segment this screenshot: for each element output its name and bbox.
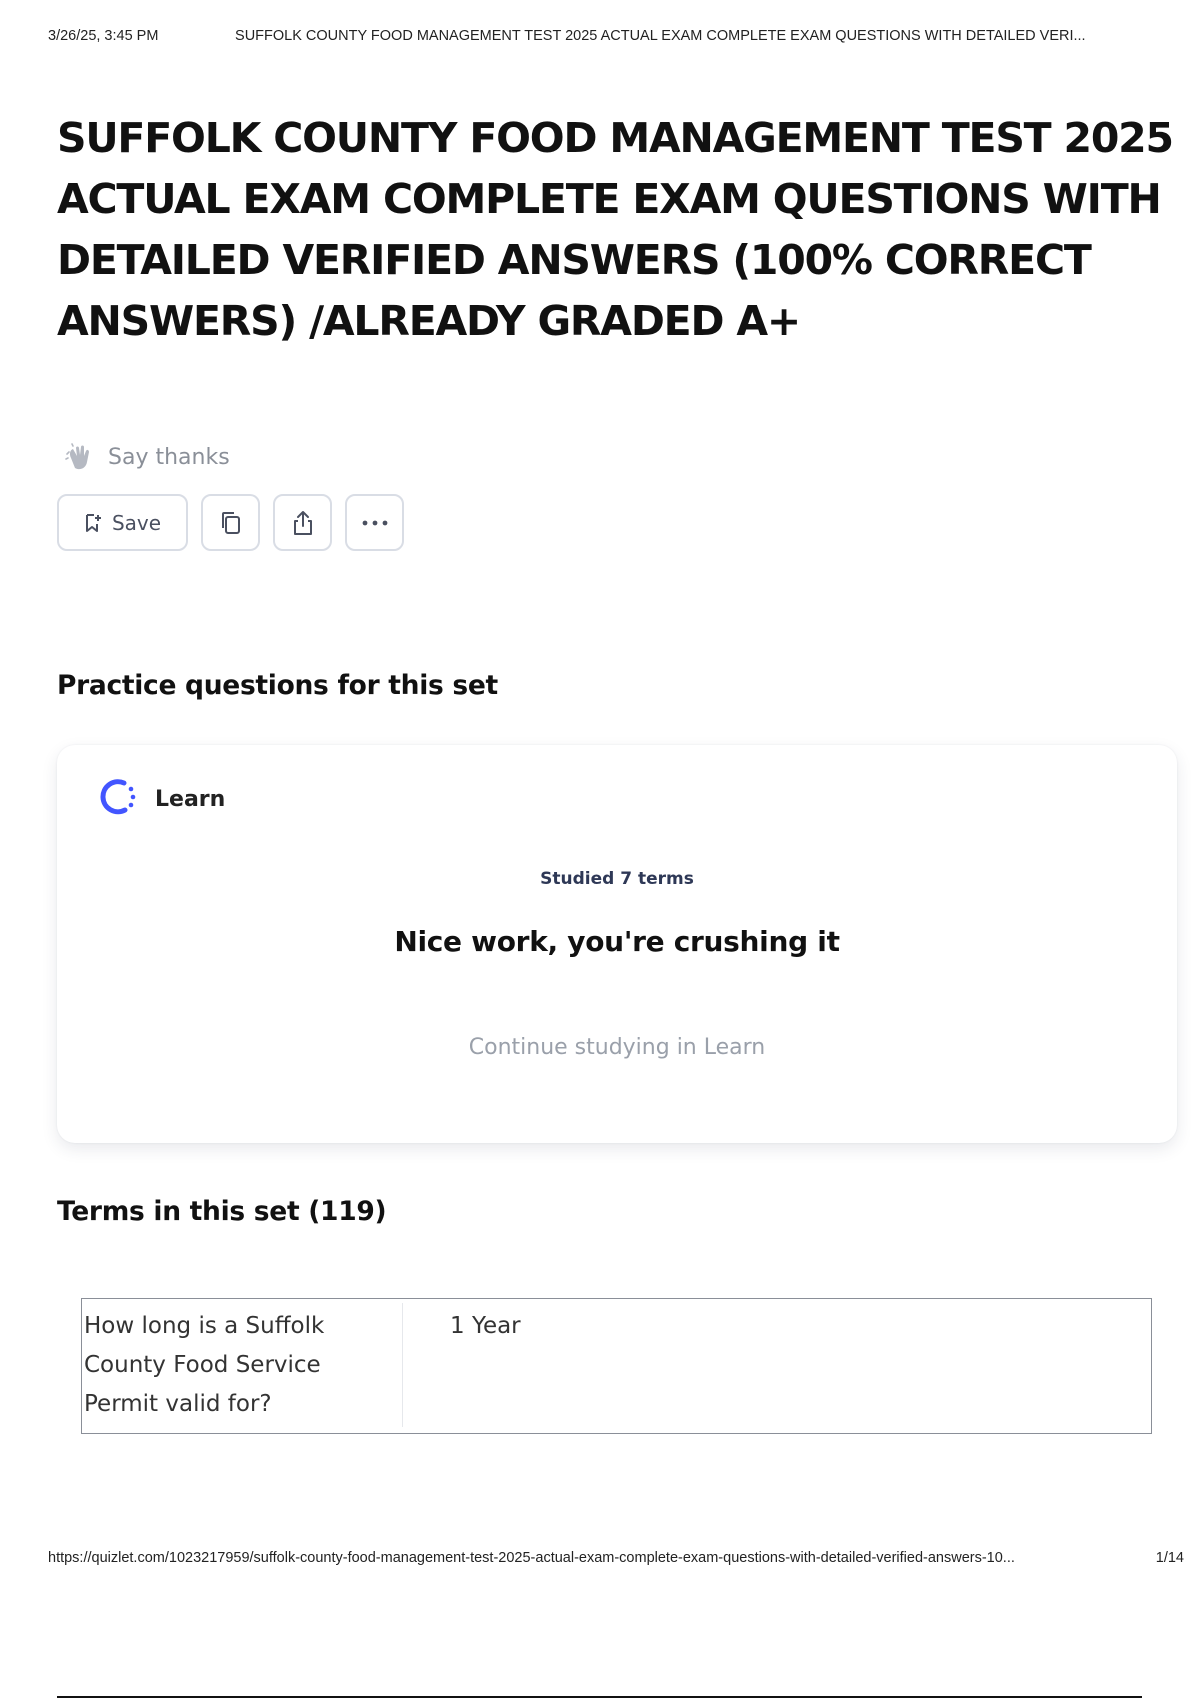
term-divider: [402, 1303, 403, 1427]
table-row: How long is a Suffolk County Food Servic…: [81, 1298, 1152, 1434]
continue-learn-link[interactable]: Continue studying in Learn: [57, 1035, 1177, 1060]
learn-label: Learn: [155, 787, 226, 812]
term-text: How long is a Suffolk County Food Servic…: [84, 1313, 325, 1417]
page-title: SUFFOLK COUNTY FOOD MANAGEMENT TEST 2025…: [57, 114, 1174, 345]
terms-heading: Terms in this set (119): [57, 1196, 387, 1227]
copy-button[interactable]: [201, 494, 260, 551]
more-options-button[interactable]: [345, 494, 404, 551]
page-number: 1/14: [1155, 1550, 1184, 1566]
print-date: 3/26/25, 3:45 PM: [48, 28, 159, 44]
definition-text: 1 Year: [450, 1313, 521, 1339]
page-divider: [57, 1696, 1142, 1698]
learn-card: Learn Studied 7 terms Nice work, you're …: [57, 745, 1177, 1143]
learn-progress-icon: [95, 775, 139, 824]
share-button[interactable]: [273, 494, 332, 551]
clapping-hands-icon: [62, 440, 96, 474]
practice-heading: Practice questions for this set: [57, 670, 498, 701]
copy-icon: [219, 510, 243, 536]
more-icon: [361, 519, 389, 527]
print-url: https://quizlet.com/1023217959/suffolk-c…: [48, 1550, 1015, 1566]
print-doc-title: SUFFOLK COUNTY FOOD MANAGEMENT TEST 2025…: [235, 28, 1086, 44]
progress-message: Nice work, you're crushing it: [394, 925, 840, 958]
print-footer: https://quizlet.com/1023217959/suffolk-c…: [48, 1550, 1184, 1566]
learn-header[interactable]: Learn: [95, 775, 225, 824]
print-header: 3/26/25, 3:45 PM SUFFOLK COUNTY FOOD MAN…: [48, 28, 1184, 44]
save-button[interactable]: Save: [57, 494, 188, 551]
say-thanks-label: Say thanks: [108, 444, 230, 470]
say-thanks-button[interactable]: Say thanks: [62, 440, 230, 474]
set-toolbar: Save: [57, 494, 404, 551]
save-label: Save: [111, 510, 162, 535]
share-icon: [291, 509, 315, 537]
bookmark-add-icon: [84, 513, 102, 533]
studied-count: Studied 7 terms: [540, 869, 694, 889]
